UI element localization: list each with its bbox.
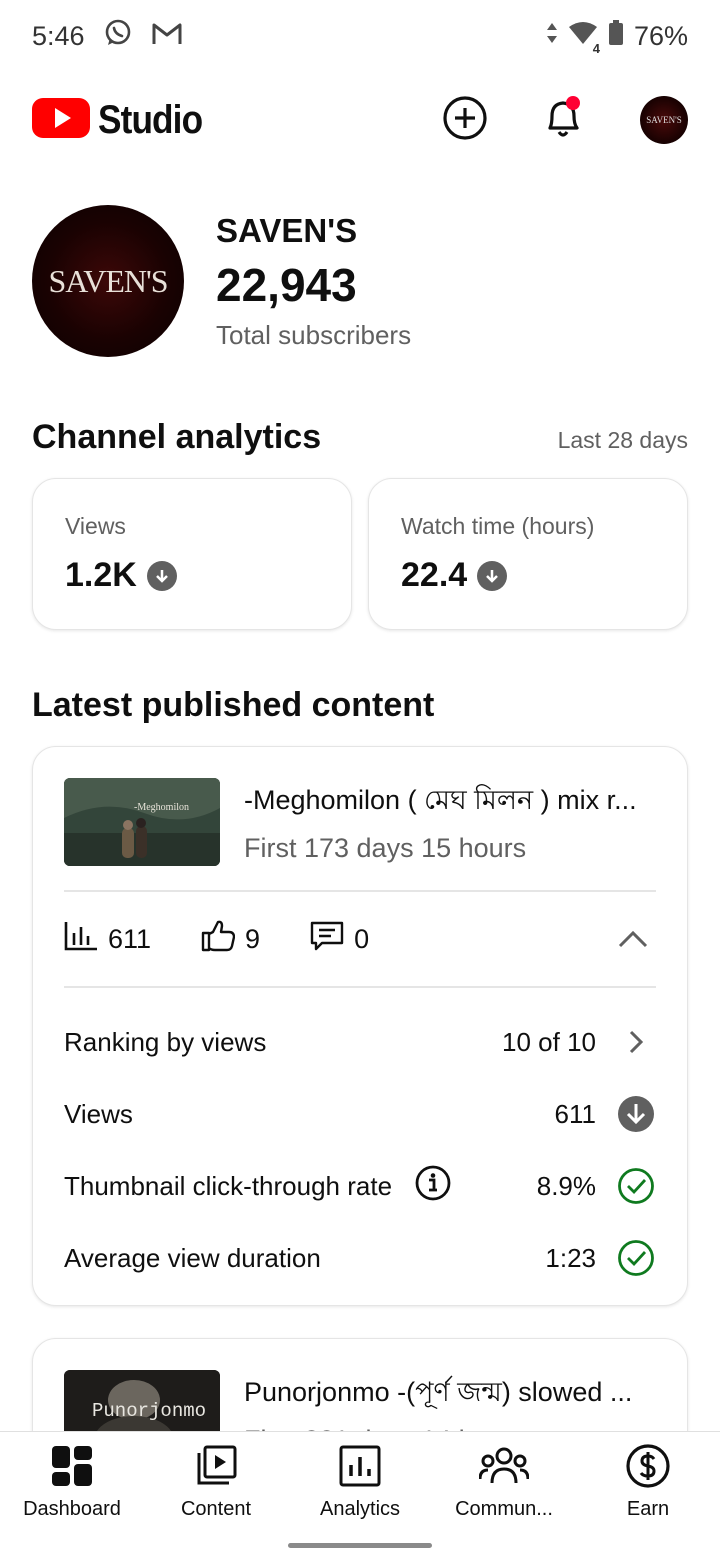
info-icon[interactable] [414, 1164, 452, 1209]
analytics-period: Last 28 days [557, 427, 688, 453]
community-icon [479, 1444, 529, 1488]
wifi-icon: 4 [568, 21, 600, 56]
nav-content[interactable]: Content [144, 1432, 288, 1560]
nav-analytics-label: Analytics [319, 1498, 401, 1520]
account-avatar[interactable]: SAVEN'S [640, 96, 688, 144]
analytics-title: Channel analytics [32, 418, 322, 456]
video-title: Punorjonmo -(পূর্ণ জন্ম) slowed ... [244, 1377, 633, 1407]
views-value: 1.2K [65, 556, 137, 594]
video-title: -Meghomilon ( মেঘ মিলন ) mix r... [244, 785, 637, 815]
brand-text: Studio [98, 97, 203, 142]
thumbnail-overlay-text: Punorjonmo [92, 1400, 207, 1422]
views-count: 611 [108, 923, 152, 954]
nav-earn[interactable]: Earn [576, 1432, 720, 1560]
nav-earn-label: Earn [626, 1498, 670, 1520]
nav-dashboard-label: Dashboard [23, 1498, 121, 1520]
channel-header: SAVEN'S SAVEN'S 22,943 Total subscribers [32, 205, 411, 357]
thumbs-up-icon [201, 920, 236, 959]
dollar-icon [626, 1444, 670, 1488]
latest-header: Latest published content [32, 686, 688, 725]
gmail-icon [151, 20, 183, 53]
avg-duration-row: Average view duration 1:23 [64, 1222, 656, 1294]
channel-avatar[interactable]: SAVEN'S [32, 205, 184, 357]
battery-percent: 76% [633, 20, 688, 51]
create-button[interactable] [442, 95, 488, 146]
analytics-header: Channel analytics Last 28 days [32, 418, 688, 457]
avg-duration-value: 1:23 [545, 1242, 596, 1273]
subscriber-count: 22,943 [216, 258, 357, 311]
video-subtitle: First 173 days 15 hours [244, 833, 527, 863]
views-row-label: Views [64, 1098, 133, 1129]
analytics-icon [339, 1444, 381, 1488]
divider [64, 986, 656, 988]
views-card[interactable]: Views 1.2K [32, 478, 352, 630]
battery-icon [608, 19, 624, 53]
data-arrows-icon [546, 21, 558, 52]
views-label: Views [65, 513, 126, 539]
dashboard-icon [51, 1444, 93, 1488]
comments-count: 0 [354, 923, 370, 954]
latest-title: Latest published content [32, 686, 435, 724]
app-bar: Studio SAVEN'S [0, 82, 720, 158]
video-item[interactable]: -Meghomilon -Meghomilon ( মেঘ মিলন ) mix… [64, 778, 656, 866]
nav-dashboard[interactable]: Dashboard [0, 1432, 144, 1560]
watch-time-value: 22.4 [401, 556, 468, 594]
check-circle-icon [616, 1238, 656, 1278]
ctr-value: 8.9% [536, 1170, 596, 1201]
status-bar: 5:46 4 76% [0, 0, 720, 72]
youtube-play-icon [32, 97, 90, 144]
ctr-label: Thumbnail click-through rate [64, 1170, 393, 1201]
notifications-bell-icon[interactable] [542, 94, 586, 147]
arrow-down-icon [616, 1094, 656, 1134]
watch-time-card[interactable]: Watch time (hours) 22.4 [368, 478, 688, 630]
views-row-value: 611 [554, 1098, 596, 1129]
whatsapp-icon [103, 18, 133, 55]
status-time: 5:46 [32, 20, 85, 51]
views-row: Views 611 [64, 1078, 656, 1150]
content-icon [195, 1444, 237, 1488]
latest-video-card: -Meghomilon -Meghomilon ( মেঘ মিলন ) mix… [32, 746, 688, 1306]
nav-analytics[interactable]: Analytics [288, 1432, 432, 1560]
chevron-right-icon[interactable] [616, 1022, 656, 1062]
nav-content-label: Content [180, 1498, 252, 1520]
collapse-chevron-icon[interactable] [618, 924, 648, 955]
youtube-studio-logo[interactable]: Studio [32, 97, 216, 144]
check-circle-icon [616, 1166, 656, 1206]
bottom-navigation: Dashboard Content Analytics Commun... Ea… [0, 1431, 720, 1560]
nav-community-label: Commun... [455, 1498, 553, 1520]
video-stats: 611 9 0 [64, 892, 656, 986]
ranking-value: 10 of 10 [502, 1026, 596, 1057]
channel-name: SAVEN'S [216, 211, 358, 249]
ranking-label: Ranking by views [64, 1026, 267, 1057]
bar-chart-icon [64, 921, 98, 958]
arrow-down-icon [477, 560, 508, 591]
subscriber-label: Total subscribers [216, 319, 412, 350]
likes-count: 9 [245, 923, 261, 954]
arrow-down-icon [146, 560, 177, 591]
thumbnail-overlay-text: -Meghomilon [134, 802, 189, 813]
comment-icon [310, 920, 344, 959]
avg-duration-label: Average view duration [64, 1242, 321, 1273]
nav-community[interactable]: Commun... [432, 1432, 576, 1560]
gesture-handle[interactable] [288, 1543, 432, 1548]
ctr-row: Thumbnail click-through rate 8.9% [64, 1150, 656, 1222]
ranking-row[interactable]: Ranking by views 10 of 10 [64, 1006, 656, 1078]
watch-time-label: Watch time (hours) [401, 513, 595, 539]
video-thumbnail[interactable]: -Meghomilon [64, 778, 220, 866]
